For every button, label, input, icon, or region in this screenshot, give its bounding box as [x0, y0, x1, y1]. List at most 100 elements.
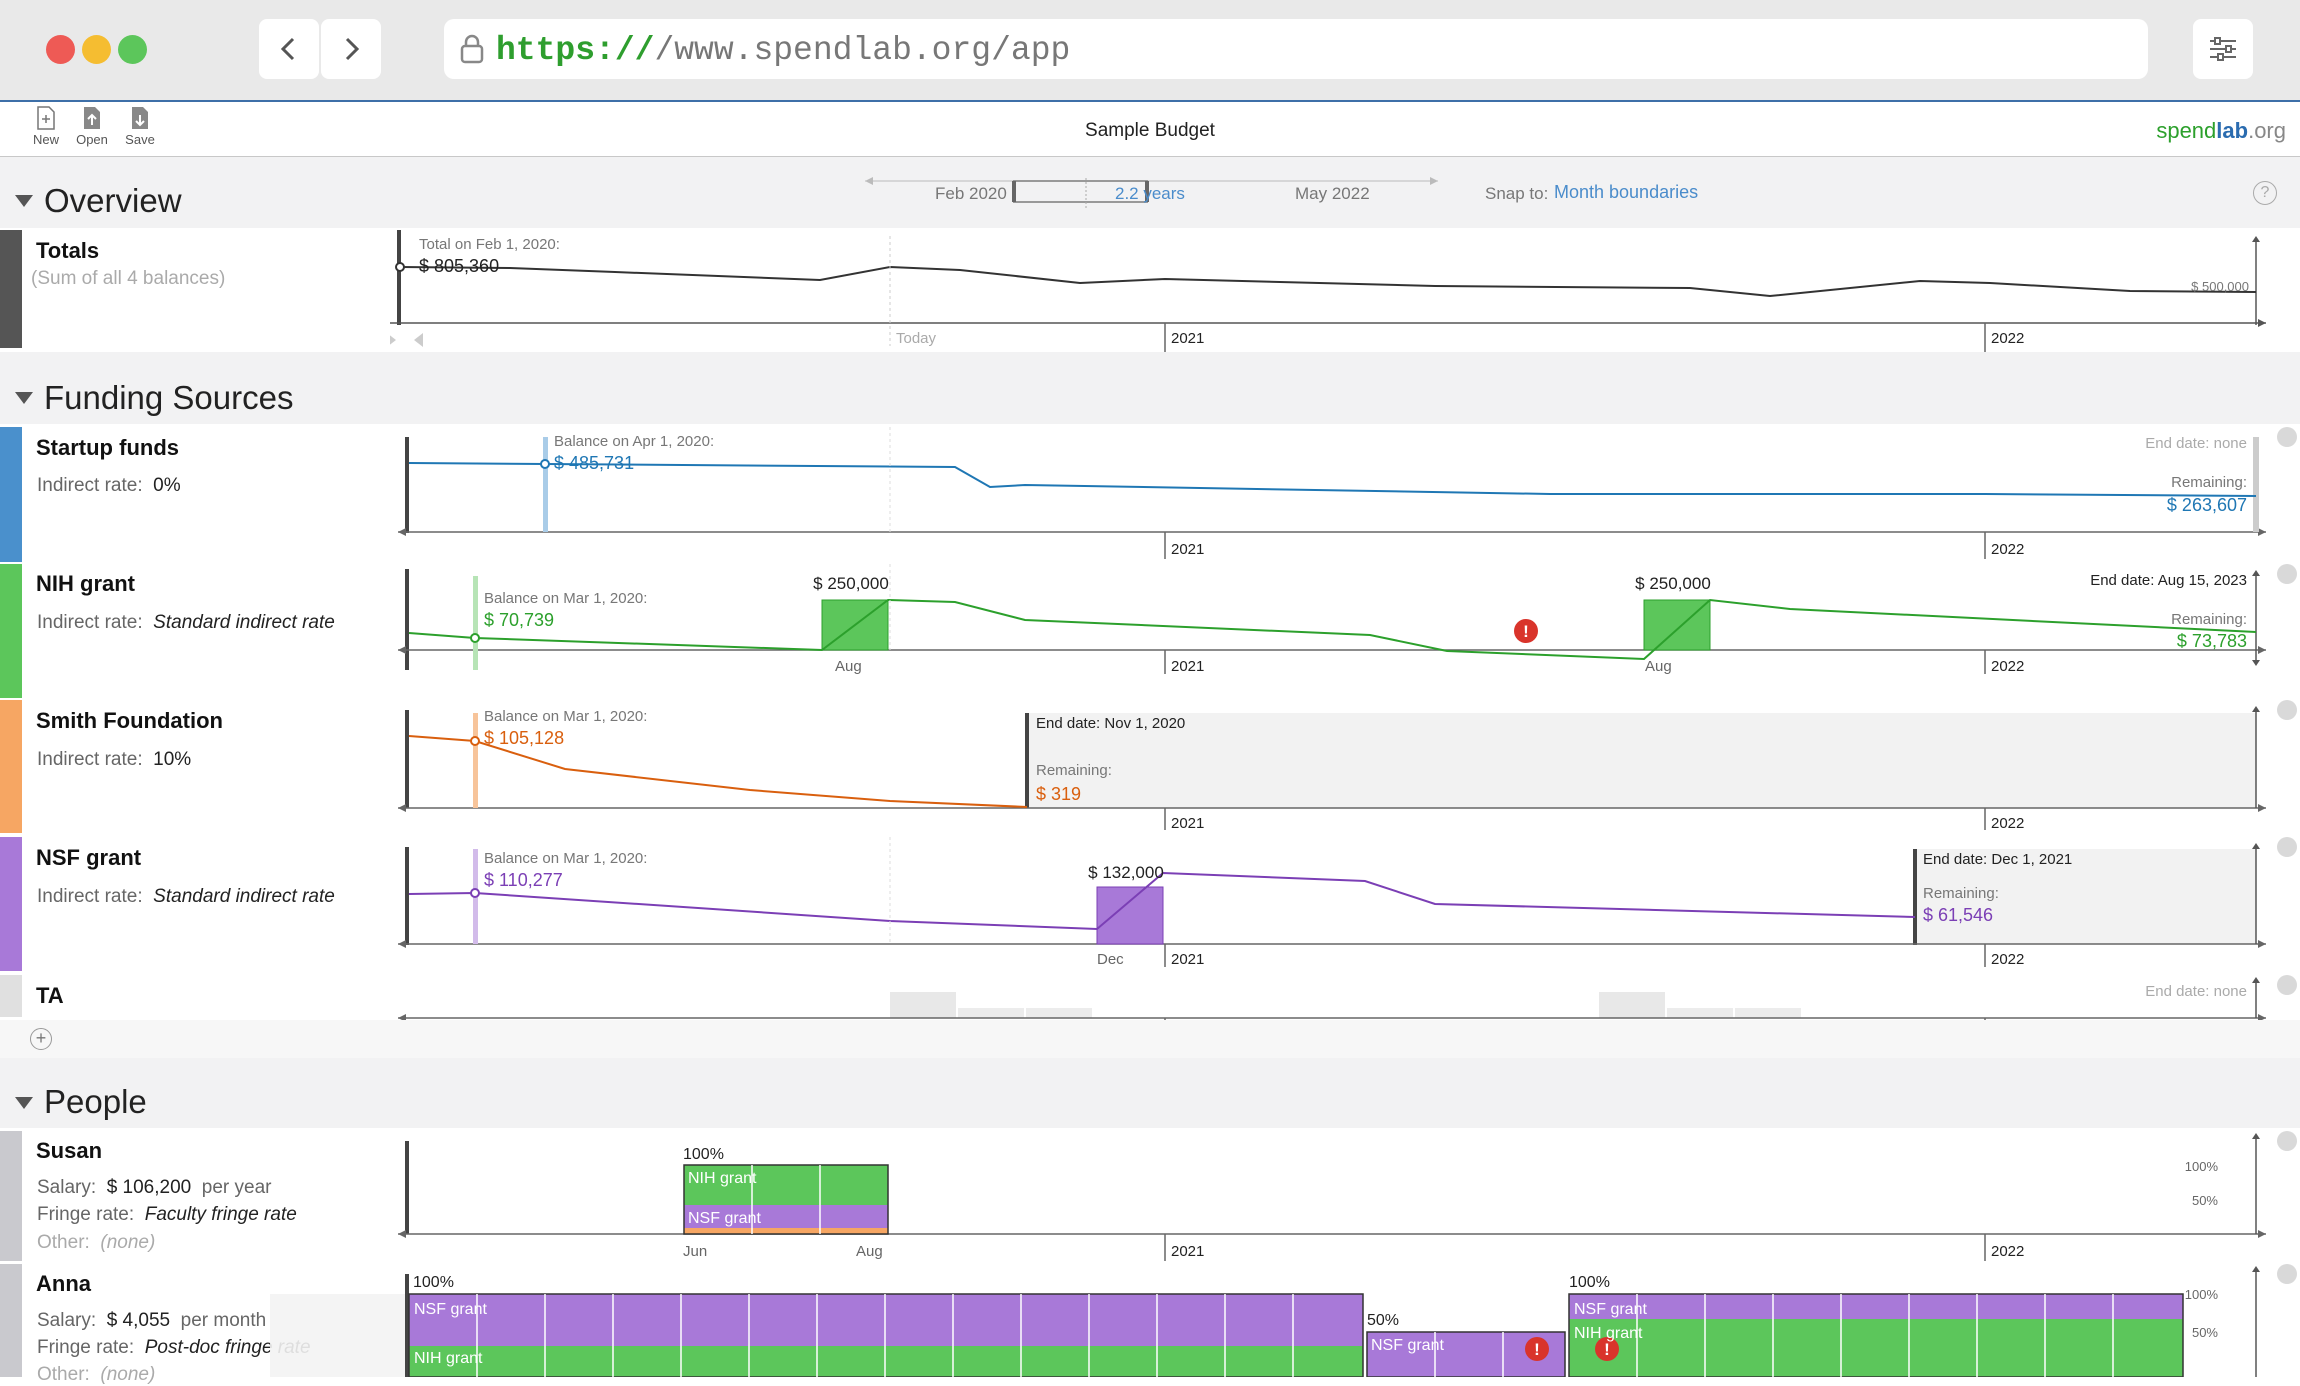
range-length-label[interactable]: 2.2 years	[1115, 184, 1185, 204]
ta-chart[interactable]: End date: none	[390, 975, 2300, 1025]
anna-other[interactable]: Other: (none)	[37, 1364, 155, 1386]
remove-susan-button[interactable]	[2277, 1131, 2297, 1151]
susan-src-top: NIH grant	[688, 1170, 757, 1187]
document-title[interactable]: Sample Budget	[0, 120, 2300, 142]
susan-chart[interactable]: 100% NIH grant NSF grant Jun Aug 100% 50…	[390, 1131, 2300, 1271]
anna-pct-3: 100%	[1569, 1274, 1610, 1291]
nih-month-2: Aug	[1645, 658, 1672, 675]
nih-deposit-2	[1643, 599, 1711, 651]
year-2022-label: 2022	[1991, 330, 2024, 347]
nih-deposit-1-value: $ 250,000	[813, 574, 889, 593]
year-2022-label: 2022	[1991, 658, 2024, 675]
collapse-caret-icon[interactable]	[15, 392, 33, 404]
nih-indirect[interactable]: Indirect rate: Standard indirect rate	[37, 612, 335, 634]
svg-text:!: !	[1534, 1340, 1540, 1359]
smith-name[interactable]: Smith Foundation	[36, 708, 223, 734]
susan-name[interactable]: Susan	[36, 1138, 102, 1164]
smith-marker-value: $ 105,128	[484, 728, 564, 748]
year-2021-label: 2021	[1171, 951, 1204, 968]
startup-indirect[interactable]: Indirect rate: 0%	[37, 475, 181, 497]
axis-100-label: 100%	[2185, 1159, 2219, 1174]
remove-anna-button[interactable]	[2277, 1264, 2297, 1284]
nih-remaining-value: $ 73,783	[2177, 631, 2247, 651]
smith-indirect[interactable]: Indirect rate: 10%	[37, 749, 191, 771]
range-end-label: May 2022	[1295, 184, 1370, 203]
svg-text:!: !	[1523, 622, 1529, 641]
funding-title: Funding Sources	[44, 379, 294, 416]
minimize-window-button[interactable]	[82, 35, 111, 64]
susan-salary[interactable]: Salary: $ 106,200 per year	[37, 1177, 272, 1199]
susan-month-start: Jun	[683, 1243, 707, 1260]
year-2022-label: 2022	[1991, 541, 2024, 558]
anna-salary[interactable]: Salary: $ 4,055 per month	[37, 1310, 266, 1332]
totals-chart[interactable]: Total on Feb 1, 2020: $ 805,360 $ 500,00…	[390, 230, 2290, 352]
smith-remaining-value: $ 319	[1036, 784, 1081, 804]
nih-name[interactable]: NIH grant	[36, 571, 135, 597]
totals-marker-value: $ 805,360	[419, 256, 499, 276]
ta-color-bar	[0, 975, 22, 1017]
year-2022-label: 2022	[1991, 951, 2024, 968]
totals-name: Totals	[36, 238, 100, 263]
collapse-caret-icon[interactable]	[15, 195, 33, 207]
susan-other[interactable]: Other: (none)	[37, 1232, 155, 1254]
sliders-icon	[2210, 37, 2236, 61]
nsf-name[interactable]: NSF grant	[36, 845, 141, 871]
forward-button[interactable]	[321, 19, 381, 79]
smith-chart[interactable]: Balance on Mar 1, 2020: $ 105,128 End da…	[390, 700, 2300, 840]
plus-icon: +	[35, 1028, 47, 1048]
susan-color-bar	[0, 1131, 22, 1261]
startup-name[interactable]: Startup funds	[36, 435, 179, 461]
ta-name[interactable]: TA	[36, 983, 64, 1009]
nih-chart[interactable]: ! Balance on Mar 1, 2020: $ 70,739 $ 250…	[390, 564, 2300, 704]
remove-ta-button[interactable]	[2277, 975, 2297, 995]
collapse-caret-icon[interactable]	[15, 1097, 33, 1109]
startup-marker-caption: Balance on Apr 1, 2020:	[554, 433, 714, 450]
remove-startup-button[interactable]	[2277, 427, 2297, 447]
axis-50-label: 50%	[2192, 1325, 2218, 1340]
nsf-indirect[interactable]: Indirect rate: Standard indirect rate	[37, 886, 335, 908]
people-title: People	[44, 1083, 147, 1120]
smith-end-date: End date: Nov 1, 2020	[1036, 715, 1185, 732]
totals-marker-caption: Total on Feb 1, 2020:	[419, 236, 560, 253]
nsf-chart[interactable]: Balance on Mar 1, 2020: $ 110,277 $ 132,…	[390, 837, 2300, 977]
anna-pct-2: 50%	[1367, 1312, 1399, 1329]
anna-alloc-nih-1	[409, 1346, 1363, 1377]
startup-marker-value: $ 485,731	[554, 453, 634, 473]
nih-deposit-2-value: $ 250,000	[1635, 574, 1711, 593]
range-start-label: Feb 2020	[935, 184, 1007, 203]
chevron-right-icon	[345, 37, 360, 61]
close-window-button[interactable]	[46, 35, 75, 64]
app-toolbar: New Open Save Sample Budget spendlab.org	[0, 102, 2300, 157]
back-button[interactable]	[259, 19, 319, 79]
add-funding-source-button[interactable]: +	[30, 1028, 52, 1050]
anna-src-e: NIH grant	[1574, 1325, 1643, 1342]
anna-name[interactable]: Anna	[36, 1271, 91, 1297]
settings-button[interactable]	[2193, 19, 2253, 79]
maximize-window-button[interactable]	[118, 35, 147, 64]
browser-chrome: https:///www.spendlab.org/app	[0, 0, 2300, 102]
startup-end-date: End date: none	[2145, 435, 2247, 452]
snap-label: Snap to:	[1485, 184, 1549, 203]
susan-fringe[interactable]: Fringe rate: Faculty fringe rate	[37, 1204, 297, 1226]
nsf-month-1: Dec	[1097, 951, 1124, 968]
anna-alloc-nih-3	[1569, 1319, 2183, 1377]
susan-pct: 100%	[683, 1146, 724, 1163]
remove-smith-button[interactable]	[2277, 700, 2297, 720]
ta-end-date: End date: none	[2145, 983, 2247, 1000]
nsf-end-date: End date: Dec 1, 2021	[1923, 851, 2072, 868]
remove-nih-button[interactable]	[2277, 564, 2297, 584]
help-button[interactable]: ?	[2253, 181, 2277, 205]
axis-50-label: 50%	[2192, 1193, 2218, 1208]
susan-src-bottom: NSF grant	[688, 1210, 761, 1227]
brand-logo[interactable]: spendlab.org	[2156, 118, 2286, 144]
address-bar[interactable]: https:///www.spendlab.org/app	[444, 19, 2148, 79]
nih-color-bar	[0, 564, 22, 698]
year-2021-label: 2021	[1171, 330, 1204, 347]
lock-icon	[460, 34, 484, 64]
startup-chart[interactable]: Balance on Apr 1, 2020: $ 485,731 End da…	[390, 427, 2300, 567]
svg-text:!: !	[1604, 1340, 1610, 1359]
snap-dropdown[interactable]: Month boundaries	[1554, 182, 1698, 203]
nih-end-date: End date: Aug 15, 2023	[2090, 572, 2247, 589]
remove-nsf-button[interactable]	[2277, 837, 2297, 857]
anna-chart[interactable]: ! ! 100% 50% 100% NSF grant NIH grant NS…	[270, 1264, 2300, 1377]
